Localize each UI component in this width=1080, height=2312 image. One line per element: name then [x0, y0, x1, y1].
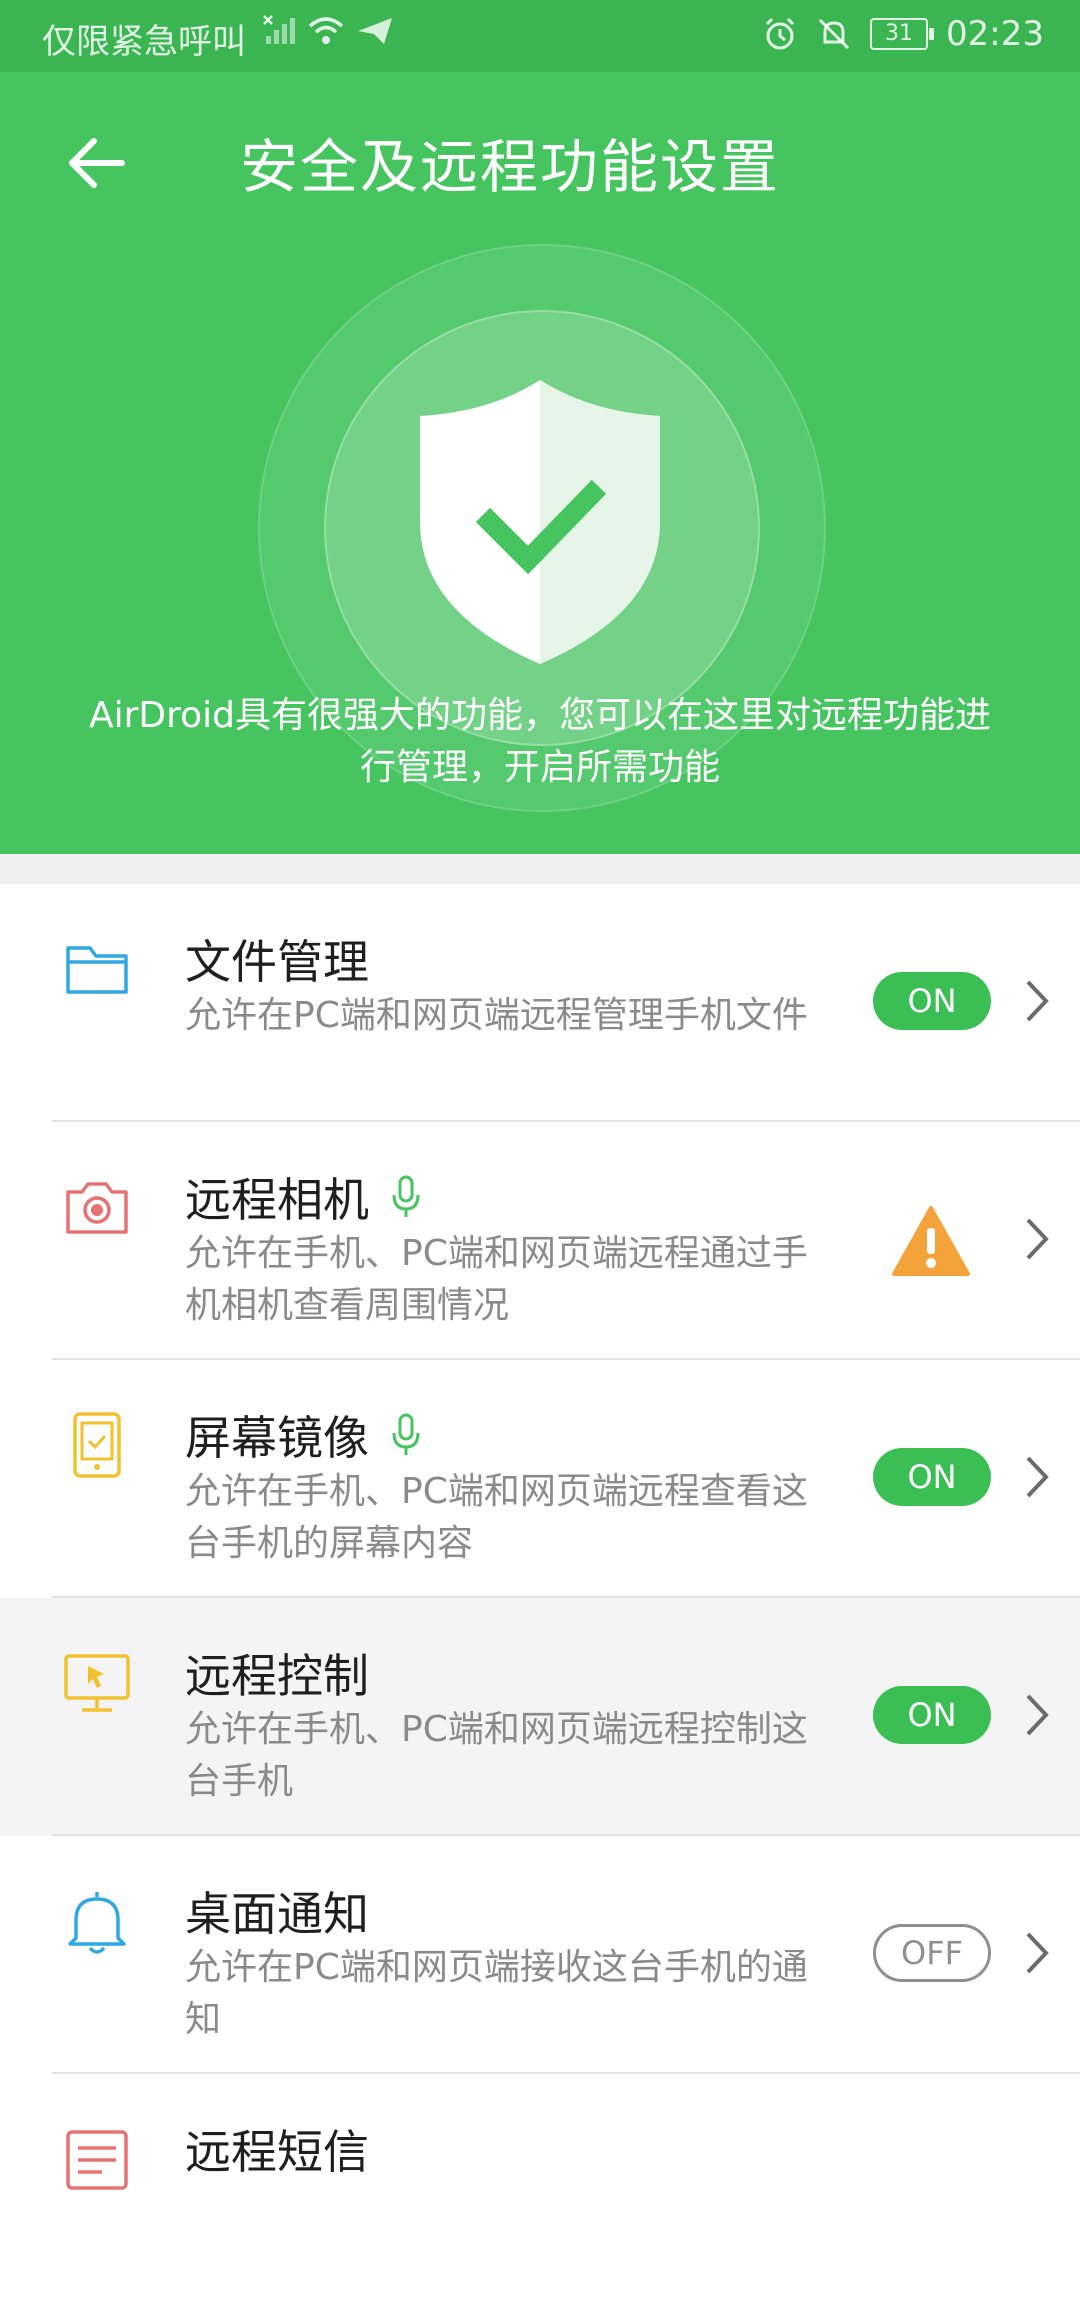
- phone-mirror-icon: [73, 1412, 121, 1478]
- header-description: AirDroid具有很强大的功能，您可以在这里对远程功能进行管理，开启所需功能: [88, 695, 992, 788]
- carrier-text: 仅限紧急呼叫: [42, 22, 246, 62]
- section-divider: [0, 854, 1080, 884]
- sms-icon: [66, 2130, 128, 2190]
- shield-check-icon: [420, 380, 660, 664]
- bell-icon: [68, 1892, 126, 1954]
- feature-title: 屏幕镜像: [185, 1411, 369, 1465]
- chevron-right-icon: [1026, 1932, 1049, 1974]
- feature-list: 文件管理 允许在PC端和网页端远程管理手机文件 ON 远程相机 允许在手机、PC…: [0, 884, 1080, 2312]
- back-arrow-icon[interactable]: [62, 128, 132, 198]
- chevron-right-icon: [1026, 980, 1049, 1022]
- alarm-icon: [765, 17, 795, 50]
- mute-bell-icon: [818, 18, 850, 50]
- header-banner: 安全及远程功能设置 AirDroid具有很强大的功能，您可以在这里对远程功能进行…: [0, 72, 1080, 854]
- feature-description: 允许在手机、PC端和网页端远程通过手机相机查看周围情况: [185, 1233, 808, 1326]
- warning-icon[interactable]: [890, 1204, 972, 1278]
- mic-icon: [392, 1175, 420, 1217]
- feature-title: 远程控制: [185, 1649, 369, 1703]
- feature-row-remote-control[interactable]: 远程控制 允许在手机、PC端和网页端远程控制这台手机 ON: [0, 1598, 1080, 1836]
- page-title: 安全及远程功能设置: [240, 133, 781, 201]
- feature-description: 允许在手机、PC端和网页端远程查看这台手机的屏幕内容: [185, 1471, 808, 1564]
- feature-title: 远程相机: [185, 1173, 369, 1227]
- send-icon: [358, 18, 392, 44]
- no-signal-icon: [263, 15, 295, 44]
- chevron-right-icon: [1026, 1694, 1049, 1736]
- mic-icon: [392, 1413, 420, 1455]
- chevron-right-icon: [1026, 1456, 1049, 1498]
- wifi-icon: [308, 17, 344, 44]
- off-toggle[interactable]: OFF: [873, 1924, 991, 1982]
- folder-icon: [66, 946, 128, 994]
- feature-row-remote-sms[interactable]: 远程短信: [0, 2074, 1080, 2312]
- monitor-cursor-icon: [64, 1654, 130, 1712]
- on-toggle[interactable]: ON: [873, 1448, 991, 1506]
- clock: 02:23: [946, 14, 1044, 54]
- feature-row-remote-camera[interactable]: 远程相机 允许在手机、PC端和网页端远程通过手机相机查看周围情况: [0, 1122, 1080, 1360]
- chevron-right-icon: [1026, 1218, 1049, 1260]
- feature-description: 允许在手机、PC端和网页端远程控制这台手机: [185, 1709, 808, 1802]
- on-toggle[interactable]: ON: [873, 972, 991, 1030]
- battery-icon: 31: [870, 18, 935, 50]
- feature-row-screen-mirror[interactable]: 屏幕镜像 允许在手机、PC端和网页端远程查看这台手机的屏幕内容 ON: [0, 1360, 1080, 1598]
- status-bar: 仅限紧急呼叫 31 02:23: [0, 0, 1080, 72]
- feature-description: 允许在PC端和网页端接收这台手机的通知: [185, 1947, 808, 2040]
- feature-title: 文件管理: [185, 935, 369, 989]
- feature-title: 桌面通知: [185, 1887, 369, 1941]
- feature-description: 允许在PC端和网页端远程管理手机文件: [185, 995, 808, 1036]
- on-toggle[interactable]: ON: [873, 1686, 991, 1744]
- feature-title: 远程短信: [185, 2125, 369, 2179]
- feature-row-desktop-notification[interactable]: 桌面通知 允许在PC端和网页端接收这台手机的通知 OFF: [0, 1836, 1080, 2074]
- camera-icon: [66, 1182, 128, 1234]
- feature-row-file-manage[interactable]: 文件管理 允许在PC端和网页端远程管理手机文件 ON: [0, 884, 1080, 1122]
